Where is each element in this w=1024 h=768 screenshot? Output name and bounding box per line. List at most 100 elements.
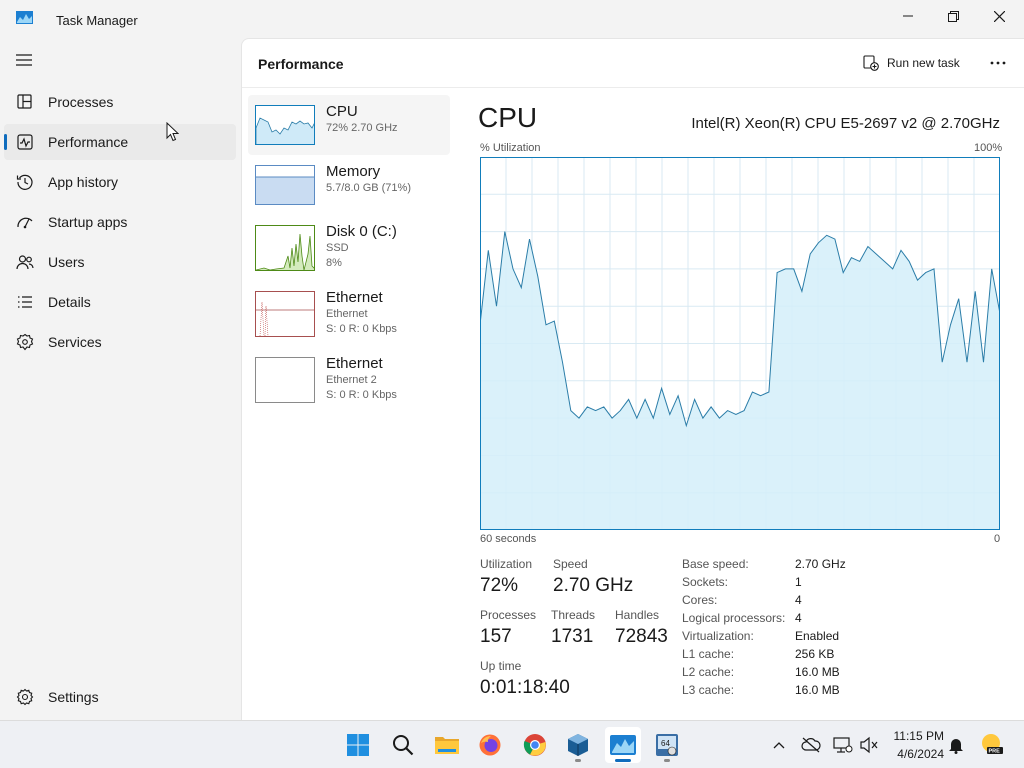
firefox-button[interactable] xyxy=(472,727,508,763)
more-options-icon xyxy=(990,61,1006,65)
window-title: Task Manager xyxy=(56,13,138,28)
active-indicator xyxy=(615,759,631,762)
start-button[interactable] xyxy=(340,727,376,763)
nav-item-label: App history xyxy=(48,174,119,190)
handles-value: 72843 xyxy=(615,626,668,647)
spec-value: 16.0 MB xyxy=(795,683,840,697)
spec-key: L3 cache: xyxy=(682,683,735,697)
close-button[interactable] xyxy=(976,0,1022,32)
page-title: Performance xyxy=(258,56,344,72)
uptime-label: Up time xyxy=(480,659,522,673)
chevron-up-icon xyxy=(773,742,785,749)
system-info-button[interactable]: 64 xyxy=(649,727,685,763)
ethernet-2-thumbnail-graph xyxy=(255,357,315,403)
restore-button[interactable] xyxy=(930,0,976,32)
threads-label: Threads xyxy=(551,608,596,622)
show-hidden-icons-button[interactable] xyxy=(769,735,789,755)
speed-label: Speed xyxy=(553,557,588,571)
clock-date[interactable]: 4/6/2024 xyxy=(888,747,944,761)
threads-value: 1731 xyxy=(551,626,594,647)
task-manager-app-icon xyxy=(16,11,33,24)
firefox-icon xyxy=(479,734,501,756)
svg-text:PRE: PRE xyxy=(989,749,1001,755)
running-indicator xyxy=(664,759,670,762)
handles-label: Handles xyxy=(615,608,660,622)
app-history-icon xyxy=(16,174,33,190)
minimize-icon xyxy=(903,15,913,17)
nav-item-label: Startup apps xyxy=(48,214,128,230)
resource-item-ethernet-2[interactable]: Ethernet Ethernet 2 S: 0 R: 0 Kbps xyxy=(248,347,450,407)
disk-thumbnail-graph xyxy=(255,225,315,271)
nav-item-performance[interactable]: Performance xyxy=(4,124,236,160)
nav-item-services[interactable]: Services xyxy=(4,324,236,360)
search-button[interactable] xyxy=(385,727,421,763)
performance-panel: Performance Run new task CPU 72% 2.70 GH… xyxy=(241,38,1024,720)
spec-key: Base speed: xyxy=(682,557,749,571)
minimize-button[interactable] xyxy=(885,0,931,32)
volume-tray-button[interactable] xyxy=(859,735,879,755)
resource-detail: SSD xyxy=(326,242,349,254)
cpu-utilization-graph xyxy=(480,157,1000,530)
spec-key: L1 cache: xyxy=(682,647,735,661)
processes-label: Processes xyxy=(480,608,537,622)
run-new-task-button[interactable]: Run new task xyxy=(863,51,960,75)
spec-value: Enabled xyxy=(795,629,840,643)
graph-x-axis-left-label: 60 seconds xyxy=(480,533,537,545)
network-icon xyxy=(833,737,853,753)
resource-name: Disk 0 (C:) xyxy=(326,223,397,240)
memory-thumbnail-graph xyxy=(255,165,315,205)
performance-icon xyxy=(17,134,33,150)
resource-item-ethernet[interactable]: Ethernet Ethernet S: 0 R: 0 Kbps xyxy=(248,281,450,341)
spec-value: 4 xyxy=(795,593,802,607)
graph-y-axis-label: % Utilization xyxy=(480,142,541,154)
cpu-thumbnail-graph xyxy=(255,105,315,145)
more-options-button[interactable] xyxy=(986,51,1010,75)
widgets-pre-button[interactable]: PRE xyxy=(980,732,1004,756)
chrome-button[interactable] xyxy=(517,727,553,763)
startup-apps-icon xyxy=(17,217,33,229)
start-icon xyxy=(347,734,369,756)
resource-name: CPU xyxy=(326,103,358,120)
virtualbox-button[interactable] xyxy=(560,727,596,763)
utilization-value: 72% xyxy=(480,575,519,596)
task-manager-icon xyxy=(610,735,636,755)
header-divider xyxy=(242,87,1024,88)
nav-item-app-history[interactable]: App history xyxy=(4,164,236,200)
network-tray-button[interactable] xyxy=(833,735,853,755)
file-explorer-button[interactable] xyxy=(429,727,465,763)
speed-value: 2.70 GHz xyxy=(553,575,634,596)
ethernet-thumbnail-graph xyxy=(255,291,315,337)
detail-title: CPU xyxy=(478,102,538,133)
nav-item-label: Details xyxy=(48,294,91,310)
nav-item-users[interactable]: Users xyxy=(4,244,236,280)
running-indicator xyxy=(575,759,581,762)
resource-detail: Ethernet xyxy=(326,308,368,320)
spec-key: L2 cache: xyxy=(682,665,735,679)
spec-value: 1 xyxy=(795,575,802,589)
cpu-model-name: Intel(R) Xeon(R) CPU E5-2697 v2 @ 2.70GH… xyxy=(691,115,1000,132)
nav-item-processes[interactable]: Processes xyxy=(4,84,236,120)
speaker-muted-icon xyxy=(860,736,878,754)
settings-gear-icon xyxy=(16,688,34,706)
nav-item-settings[interactable]: Settings xyxy=(4,679,236,715)
services-icon xyxy=(16,333,34,351)
nav-item-details[interactable]: Details xyxy=(4,284,236,320)
hamburger-menu-icon[interactable] xyxy=(16,54,32,66)
task-manager-taskbar-button[interactable] xyxy=(605,727,641,763)
nav-item-label: Processes xyxy=(48,94,114,110)
taskbar: 64 11:15 PM 4/6/2024 PRE xyxy=(0,720,1024,768)
resource-name: Memory xyxy=(326,163,381,180)
resource-item-disk[interactable]: Disk 0 (C:) SSD 8% xyxy=(248,215,450,275)
resource-name: Ethernet xyxy=(326,289,383,306)
title-bar: Task Manager xyxy=(0,0,1024,38)
resource-item-memory[interactable]: Memory 5.7/8.0 GB (71%) xyxy=(248,155,450,215)
onedrive-tray-button[interactable] xyxy=(801,735,821,755)
resource-item-cpu[interactable]: CPU 72% 2.70 GHz xyxy=(248,95,450,155)
spec-key: Logical processors: xyxy=(682,611,786,625)
notifications-button[interactable] xyxy=(946,735,966,755)
clock-time[interactable]: 11:15 PM xyxy=(888,729,944,743)
virtualbox-icon xyxy=(568,734,588,756)
nav-item-startup-apps[interactable]: Startup apps xyxy=(4,204,236,240)
nav-item-label: Services xyxy=(48,334,102,350)
spec-value: 4 xyxy=(795,611,802,625)
